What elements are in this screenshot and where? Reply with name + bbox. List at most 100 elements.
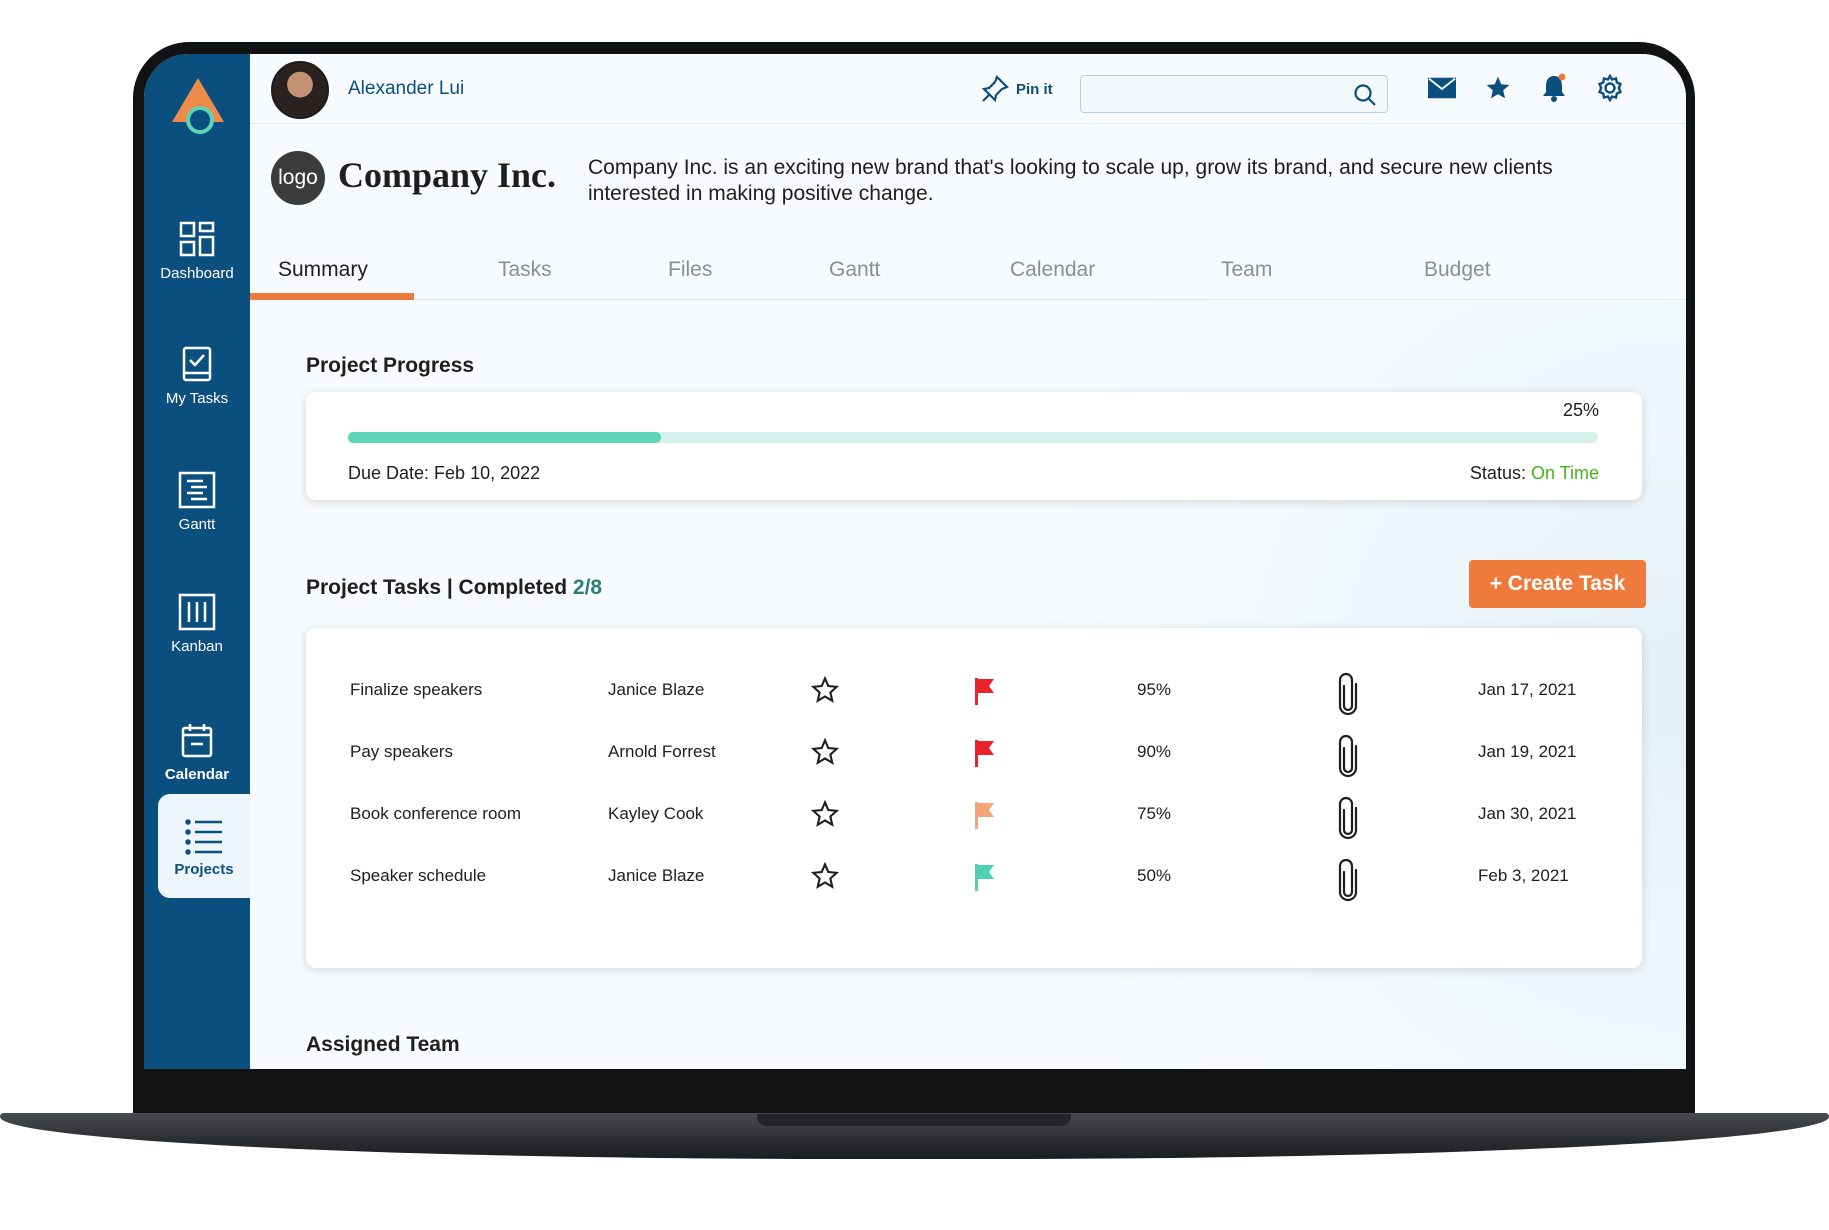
bell-icon	[1543, 73, 1566, 102]
table-row[interactable]: Finalize speakers Janice Blaze 95% Jan 1…	[306, 662, 1642, 722]
task-name: Speaker schedule	[350, 866, 487, 885]
progress-title: Project Progress	[306, 354, 475, 377]
flag-icon	[975, 802, 994, 829]
pin-label: Pin it	[1016, 80, 1053, 98]
favorite-button[interactable]	[810, 737, 840, 771]
priority-flag	[973, 862, 997, 897]
user-name[interactable]: Alexander Lui	[348, 78, 464, 100]
star-outline-icon	[810, 861, 840, 889]
task-assignee: Kayley Cook	[608, 804, 704, 823]
sidebar-item-calendar[interactable]: Calendar	[144, 699, 250, 803]
sidebar-item-label: My Tasks	[165, 389, 229, 407]
completed-count: 2/8	[572, 576, 603, 599]
task-name: Pay speakers	[350, 742, 453, 761]
favorites-button[interactable]	[1484, 74, 1512, 102]
attachment-button[interactable]	[1336, 672, 1360, 721]
paperclip-icon	[1338, 672, 1358, 716]
priority-flag	[973, 800, 997, 835]
task-progress: 75%	[1137, 804, 1172, 823]
progress-card: 25% Due Date: Feb 10, 2022 Status: On Ti…	[306, 392, 1642, 500]
task-name: Finalize speakers	[350, 680, 483, 699]
header-actions	[1428, 73, 1624, 102]
sidebar: Dashboard My Tasks Gantt Kanban Calendar	[144, 54, 250, 1069]
tab-summary[interactable]: Summary	[278, 258, 368, 282]
task-due-date: Jan 17, 2021	[1478, 680, 1577, 699]
sidebar-item-label: Projects	[174, 860, 234, 878]
star-outline-icon	[810, 675, 840, 703]
task-name: Book conference room	[350, 804, 522, 823]
tab-budget[interactable]: Budget	[1424, 258, 1491, 282]
search-icon[interactable]	[1353, 83, 1377, 107]
brand-logo-icon[interactable]	[170, 76, 226, 138]
company-logo: logo	[271, 151, 325, 205]
sidebar-item-label: Kanban	[171, 637, 223, 655]
create-task-button[interactable]: + Create Task	[1469, 560, 1646, 608]
tab-calendar[interactable]: Calendar	[1010, 258, 1095, 282]
pin-button[interactable]: Pin it	[980, 74, 1053, 104]
due-date: Due Date: Feb 10, 2022	[348, 463, 541, 483]
favorite-button[interactable]	[810, 675, 840, 709]
sidebar-item-label: Dashboard	[160, 264, 234, 282]
search-box	[1080, 75, 1388, 113]
main-panel: Alexander Lui Pin it logo Company Inc. C…	[250, 54, 1686, 1069]
tab-gantt[interactable]: Gantt	[829, 258, 880, 282]
sidebar-item-my-tasks[interactable]: My Tasks	[144, 323, 250, 427]
attachment-button[interactable]	[1336, 796, 1360, 845]
app-screen: Dashboard My Tasks Gantt Kanban Calendar	[144, 54, 1686, 1069]
task-due-date: Jan 19, 2021	[1478, 742, 1577, 761]
tasks-title: Project Tasks | Completed 2/8	[306, 576, 602, 600]
tasks-card: Finalize speakers Janice Blaze 95% Jan 1…	[306, 628, 1642, 968]
task-assignee: Janice Blaze	[608, 680, 705, 699]
star-outline-icon	[810, 799, 840, 827]
company-description: Company Inc. is an exciting new brand th…	[588, 156, 1553, 205]
flag-icon	[975, 678, 994, 705]
tab-tasks[interactable]: Tasks	[498, 258, 552, 282]
task-due-date: Jan 30, 2021	[1478, 804, 1577, 823]
sidebar-item-label: Calendar	[164, 765, 230, 783]
settings-button[interactable]	[1596, 74, 1624, 102]
tab-team[interactable]: Team	[1221, 258, 1272, 282]
list-icon	[185, 818, 222, 855]
sidebar-item-gantt[interactable]: Gantt	[144, 449, 250, 553]
tasks-title-label: Project Tasks | Completed	[306, 576, 568, 599]
table-row[interactable]: Book conference room Kayley Cook 75% Jan…	[306, 786, 1642, 846]
paperclip-icon	[1338, 858, 1358, 902]
flag-icon	[975, 864, 994, 891]
task-assignee: Arnold Forrest	[608, 742, 716, 761]
dashboard-icon	[179, 221, 215, 256]
attachment-button[interactable]	[1336, 858, 1360, 907]
status-badge: On Time	[1530, 463, 1599, 483]
paperclip-icon	[1338, 796, 1358, 840]
notifications-button[interactable]	[1540, 73, 1568, 102]
mail-icon	[1428, 77, 1456, 99]
sidebar-item-kanban[interactable]: Kanban	[144, 571, 250, 675]
table-row[interactable]: Pay speakers Arnold Forrest 90% Jan 19, …	[306, 724, 1642, 784]
progress-percent: 25%	[1562, 400, 1599, 420]
star-icon	[1486, 76, 1510, 99]
progress-bar	[348, 432, 1598, 443]
favorite-button[interactable]	[810, 861, 840, 895]
search-input[interactable]	[1081, 76, 1331, 112]
kanban-icon	[178, 593, 216, 630]
task-progress: 95%	[1137, 680, 1172, 699]
task-check-icon	[182, 346, 212, 381]
tab-files[interactable]: Files	[668, 258, 712, 282]
progress-fill	[348, 432, 661, 443]
gantt-icon	[178, 471, 216, 508]
task-progress: 90%	[1137, 742, 1172, 761]
task-progress: 50%	[1137, 866, 1172, 885]
paperclip-icon	[1338, 734, 1358, 778]
sidebar-item-projects[interactable]: Projects	[158, 794, 250, 898]
flag-icon	[975, 740, 994, 767]
task-due-date: Feb 3, 2021	[1478, 866, 1569, 885]
avatar[interactable]	[271, 61, 329, 119]
project-status: Status: On Time	[1470, 463, 1599, 484]
attachment-button[interactable]	[1336, 734, 1360, 783]
sidebar-item-label: Gantt	[178, 515, 216, 533]
mail-button[interactable]	[1428, 74, 1456, 102]
laptop-notch	[757, 1114, 1071, 1126]
favorite-button[interactable]	[810, 799, 840, 833]
table-row[interactable]: Speaker schedule Janice Blaze 50% Feb 3,…	[306, 848, 1642, 908]
sidebar-item-dashboard[interactable]: Dashboard	[144, 198, 250, 302]
status-label: Status:	[1469, 463, 1526, 483]
